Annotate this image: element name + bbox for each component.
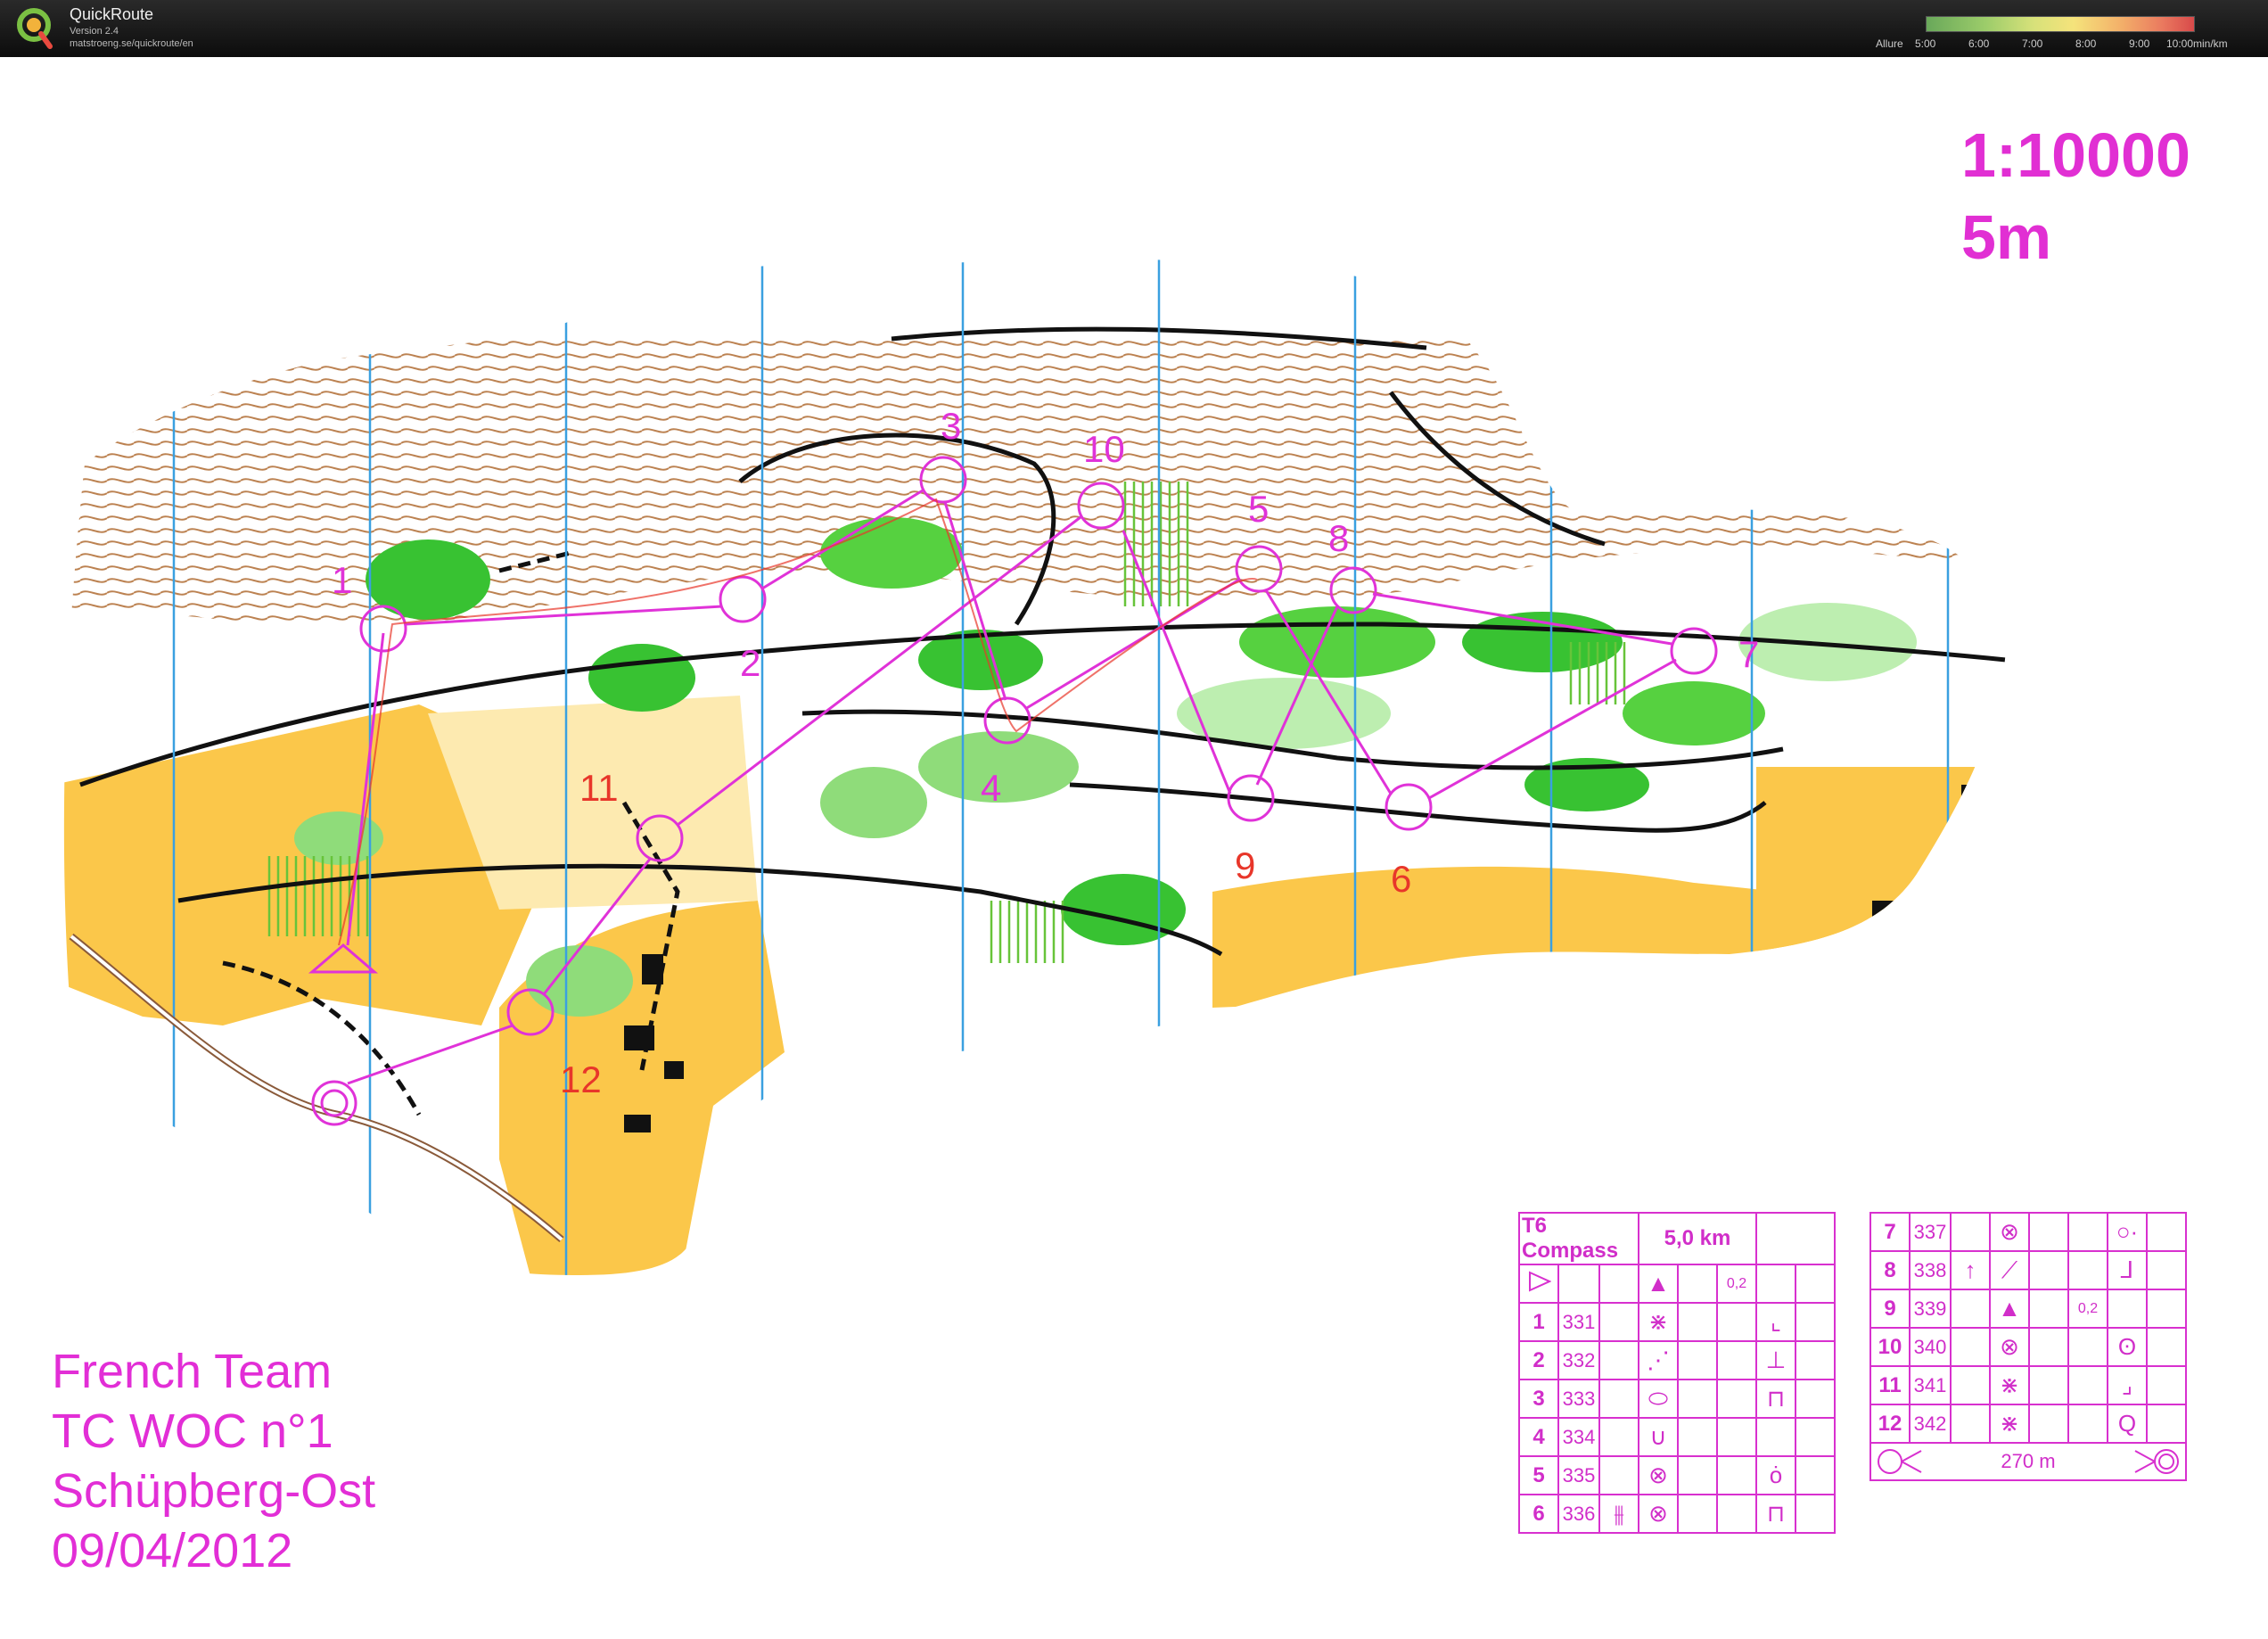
app-titlebar: QuickRoute Version 2.4 matstroeng.se/qui… <box>0 0 2268 57</box>
control-number: 8 <box>1328 517 1349 559</box>
control-row: 7 337 ⊗ ○· <box>1869 1212 2187 1252</box>
thicket-icon: ⋇ <box>1638 1302 1679 1342</box>
pace-tick: 6:00 <box>1968 37 1990 50</box>
control-row: 4 334 ∪ <box>1518 1417 1836 1457</box>
control-row: 9 339 ▲ 0,2 <box>1869 1289 2187 1329</box>
control-number: 10 <box>1083 428 1125 470</box>
control-number: 6 <box>1391 858 1411 900</box>
hill-icon: ▲ <box>1989 1289 2030 1329</box>
top-icon: ⊓ <box>1755 1494 1796 1534</box>
event-name: TC WOC n°1 <box>52 1404 333 1458</box>
control-row: 5 335 ⊗ ȯ <box>1518 1455 1836 1495</box>
top-icon: ⊓ <box>1755 1379 1796 1419</box>
control-number: 7 <box>1738 633 1759 675</box>
thicket-icon: ⋇ <box>1989 1365 2030 1405</box>
map-area-name: Schüpberg-Ost <box>52 1464 376 1518</box>
pace-tick: 10:00 <box>2166 37 2194 50</box>
start-row: ▲ 0,2 <box>1518 1264 1836 1304</box>
side-point-icon: ○· <box>2107 1212 2148 1252</box>
course-name: T6 Compass <box>1518 1212 1639 1265</box>
path-icon: ⟋ <box>1989 1250 2030 1290</box>
control-row: 11 341 ⋇ ⌟ <box>1869 1365 2187 1405</box>
corner-icon: ⌞ <box>1755 1302 1796 1342</box>
course-length: 5,0 km <box>1638 1212 1757 1265</box>
pace-color-scale <box>1926 16 2195 32</box>
contour-interval: 5m <box>1961 202 2052 272</box>
control-row: 8 338 ↑ ⟋ ⅃ <box>1869 1250 2187 1290</box>
thicket-icon: ⋇ <box>1989 1404 2030 1444</box>
vegetation-boundary-icon: ⋰ <box>1638 1340 1679 1380</box>
control-row: 1 331 ⋇ ⌞ <box>1518 1302 1836 1342</box>
control-number: 12 <box>560 1058 602 1100</box>
app-version: Version 2.4 <box>70 26 119 37</box>
funnel-start-icon <box>1878 1449 1922 1474</box>
finish-distance: 270 m <box>2001 1450 2056 1472</box>
ruin-icon: ⊗ <box>1638 1455 1679 1495</box>
app-title: QuickRoute <box>70 5 154 23</box>
event-date: 09/04/2012 <box>52 1524 293 1577</box>
app-url-link[interactable]: matstroeng.se/quickroute/en <box>70 38 193 49</box>
hill-icon: ▲ <box>1638 1264 1679 1304</box>
bend-icon: ⅃ <box>2107 1250 2148 1290</box>
control-row: 6 336 ⫵ ⊗ ⊓ <box>1518 1494 1836 1534</box>
pace-tick: 5:00 <box>1915 37 1936 50</box>
depression-icon: ∪ <box>1638 1417 1679 1457</box>
pace-tick: 8:00 <box>2075 37 2097 50</box>
control-row: 12 342 ⋇ Q <box>1869 1404 2187 1444</box>
ruin-icon: ⊗ <box>1989 1212 2030 1252</box>
start-triangle-icon <box>1518 1264 1559 1304</box>
control-row: 3 333 ⬭ ⊓ <box>1518 1379 1836 1419</box>
map-scale-block: 1:10000 5m <box>1961 114 2190 278</box>
funnel-finish-icon <box>2134 1449 2179 1474</box>
pace-legend-label: Allure <box>1876 37 1903 50</box>
control-row: 10 340 ⊗ ʘ <box>1869 1327 2187 1367</box>
event-info: French Team TC WOC n°1 Schüpberg-Ost 09/… <box>52 1342 375 1581</box>
between-icon: ⫵ <box>1598 1494 1639 1534</box>
control-number: 5 <box>1248 488 1269 530</box>
control-number: 3 <box>941 405 961 447</box>
control-number: 9 <box>1235 844 1255 886</box>
pace-unit: min/km <box>2193 37 2228 50</box>
team-name: French Team <box>52 1345 333 1398</box>
pace-tick: 7:00 <box>2022 37 2043 50</box>
control-description-table-1: T6 Compass 5,0 km ▲ 0,2 1 331 ⋇ ⌞ 2 332 … <box>1518 1212 1836 1534</box>
quickroute-logo-icon <box>17 8 53 49</box>
ruin-icon: ⊗ <box>1989 1327 2030 1367</box>
pace-legend: Allure 5:00 6:00 7:00 8:00 9:00 10:00 mi… <box>1872 12 2264 52</box>
corner-icon: ⌟ <box>2107 1365 2148 1405</box>
edge-icon: Q <box>2107 1404 2148 1444</box>
control-number: 11 <box>579 767 619 809</box>
control-number: 4 <box>981 767 1001 809</box>
map-scale: 1:10000 <box>1961 120 2190 190</box>
map-terrain <box>63 259 2007 1275</box>
arrow-up-icon: ↑ <box>1950 1250 1991 1290</box>
control-number: 2 <box>740 642 760 684</box>
control-description-table-2: 7 337 ⊗ ○· 8 338 ↑ ⟋ ⅃ 9 339 ▲ 0,2 10 34… <box>1869 1212 2187 1481</box>
start-distance: 0,2 <box>1716 1264 1757 1304</box>
finish-row: 270 m <box>1869 1442 2187 1481</box>
control-number: 1 <box>332 559 352 601</box>
clearing-icon: ⬭ <box>1638 1379 1679 1419</box>
control-row: 2 332 ⋰ ⊥ <box>1518 1340 1836 1380</box>
part-icon: ʘ <box>2107 1327 2148 1367</box>
top-point-icon: ȯ <box>1755 1455 1796 1495</box>
ruin-icon: ⊗ <box>1638 1494 1679 1534</box>
foot-icon: ⊥ <box>1755 1340 1796 1380</box>
pace-tick: 9:00 <box>2129 37 2150 50</box>
